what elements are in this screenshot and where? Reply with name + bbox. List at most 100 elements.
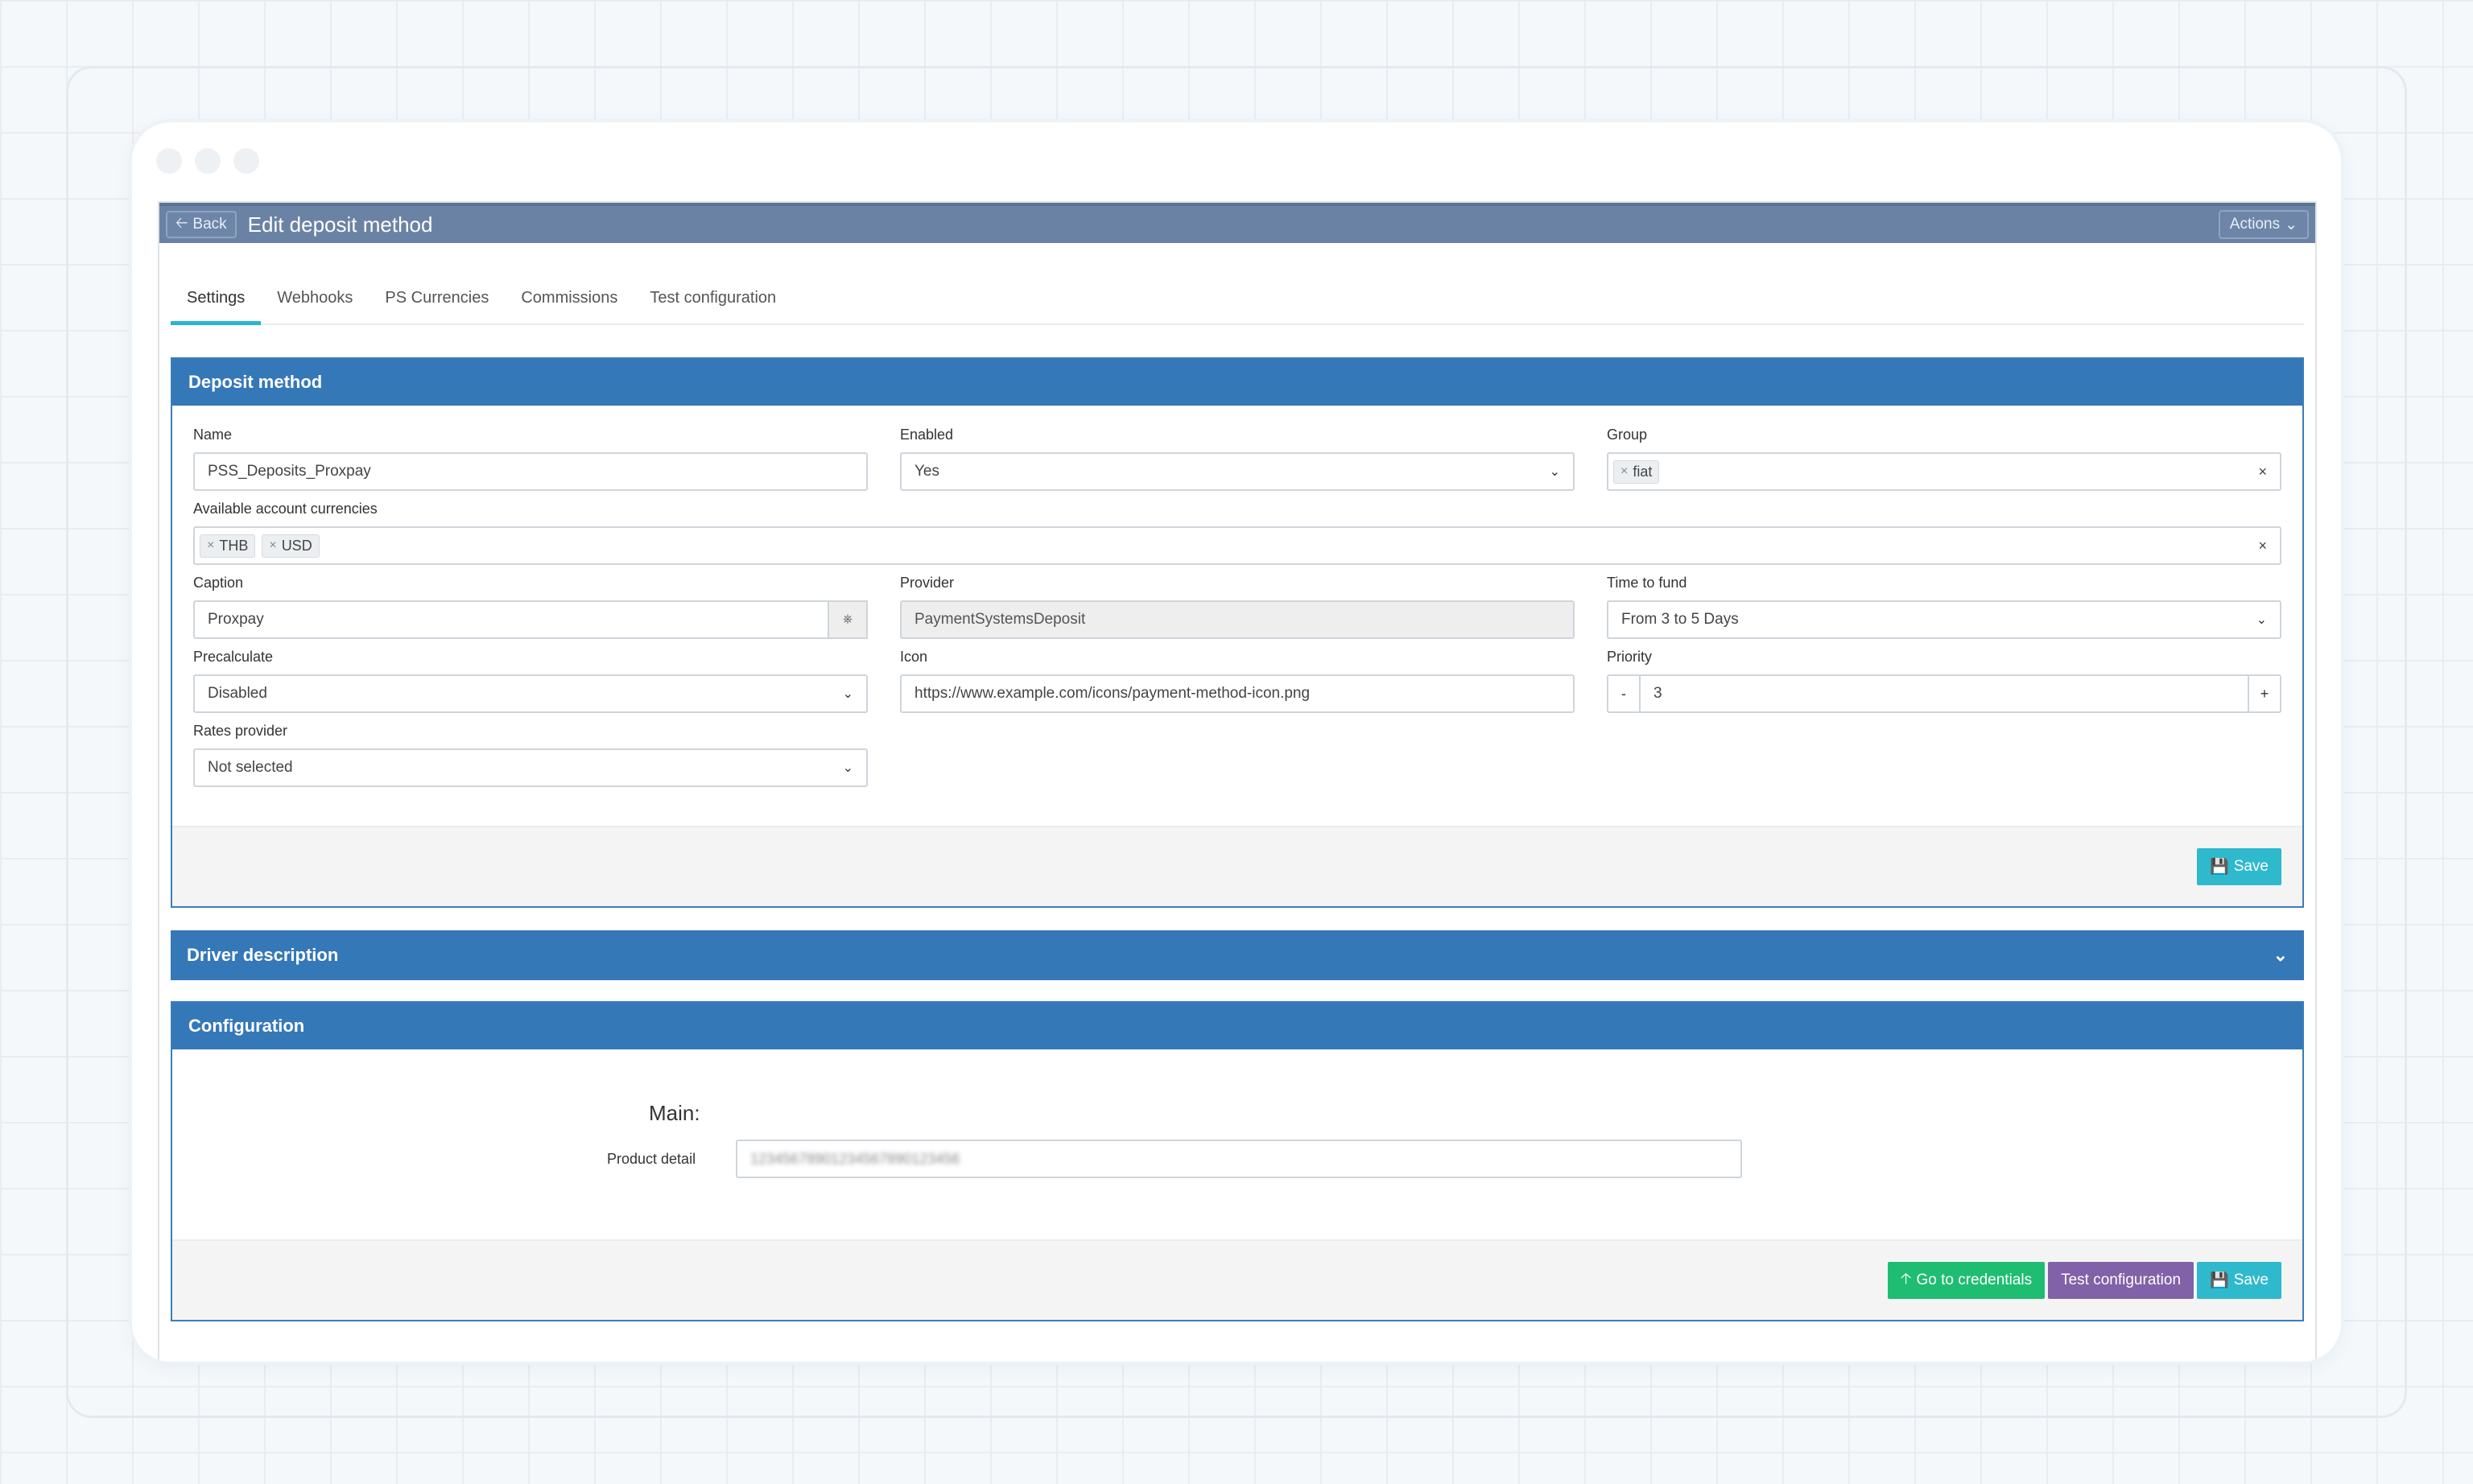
icon-field: Icon https://www.example.com/icons/payme… [900,649,1575,713]
product-detail-input[interactable]: 12345678901234567890123456 [736,1140,1742,1178]
remove-tag-icon[interactable]: × [269,538,276,553]
group-label: Group [1607,427,1648,443]
currencies-label: Available account currencies [193,501,378,517]
save-label: Save [2233,858,2269,875]
tab-test-configuration[interactable]: Test configuration [634,289,792,324]
remove-tag-icon[interactable]: × [1620,464,1628,479]
driver-description-heading: Driver description [187,945,339,965]
arrow-left-icon: 🡠 [175,215,188,232]
currencies-field: Available account currencies × THB × USD… [193,501,2281,565]
go-to-credentials-button[interactable]: 🡡 Go to credentials [1887,1262,2046,1299]
app-content: 🡠 Back Edit deposit method Actions ⌄ Set… [158,201,2317,1362]
tab-ps-currencies[interactable]: PS Currencies [369,289,505,324]
currency-tag-label: USD [281,537,312,554]
main-section-label: Main: [649,1101,700,1125]
icon-url-input[interactable]: https://www.example.com/icons/payment-me… [900,674,1575,713]
name-value: PSS_Deposits_Proxpay [208,463,371,480]
save-label: Save [2233,1272,2269,1288]
precalculate-select[interactable]: Disabled ⌄ [193,674,868,713]
product-detail-value: 12345678901234567890123456 [750,1150,960,1167]
remove-tag-icon[interactable]: × [207,538,214,553]
chevron-down-icon: ⌄ [842,687,853,701]
actions-dropdown[interactable]: Actions ⌄ [2218,210,2309,239]
rates-provider-label: Rates provider [193,723,288,739]
save-button[interactable]: 💾 Save [2197,1262,2281,1299]
driver-description-panel[interactable]: Driver description ⌄ [171,930,2304,980]
product-detail-label: Product detail [607,1151,696,1167]
browser-window: 🡠 Back Edit deposit method Actions ⌄ Set… [132,122,2341,1362]
tab-webhooks[interactable]: Webhooks [261,289,369,324]
time-to-fund-value: From 3 to 5 Days [1621,611,1739,628]
caption-input-group: Proxpay ⎈ [193,600,868,639]
close-dot[interactable] [156,148,182,174]
clear-icon[interactable]: × [2258,464,2267,480]
form-row: Rates provider Not selected ⌄ [193,723,2281,787]
caption-label: Caption [193,575,244,591]
save-icon: 💾 [2210,859,2229,876]
time-to-fund-select[interactable]: From 3 to 5 Days ⌄ [1607,600,2281,639]
rates-provider-field: Rates provider Not selected ⌄ [193,723,868,787]
group-multiselect[interactable]: × fiat × [1607,452,2281,491]
caption-input[interactable]: Proxpay [193,600,829,639]
increment-button[interactable]: + [2248,676,2280,711]
icon-label: Icon [900,649,928,665]
tab-commissions[interactable]: Commissions [505,289,634,324]
form-row: Caption Proxpay ⎈ Provider PaymentSystem… [193,575,2281,639]
priority-value[interactable]: 3 [1641,676,2248,711]
tab-settings[interactable]: Settings [171,289,262,325]
precalculate-field: Precalculate Disabled ⌄ [193,649,868,713]
page-header: 🡠 Back Edit deposit method Actions ⌄ [159,203,2315,243]
provider-input: PaymentSystemsDeposit [900,600,1575,639]
test-configuration-button[interactable]: Test configuration [2048,1262,2194,1299]
icon-url-value: https://www.example.com/icons/payment-me… [914,685,1311,702]
deposit-method-heading: Deposit method [172,359,2302,406]
enabled-select[interactable]: Yes ⌄ [900,452,1575,491]
configuration-footer: 🡡 Go to credentials Test configuration 💾… [172,1239,2302,1320]
group-tag-label: fiat [1633,463,1653,480]
chevron-down-icon: ⌄ [2273,945,2288,965]
clear-icon[interactable]: × [2258,538,2267,554]
priority-label: Priority [1607,649,1653,665]
page-title: Edit deposit method [247,212,433,237]
enabled-label: Enabled [900,427,954,443]
decrement-button[interactable]: - [1608,676,1641,711]
precalculate-label: Precalculate [193,649,274,665]
translate-button[interactable]: ⎈ [829,600,868,639]
rates-provider-value: Not selected [208,759,293,776]
name-input[interactable]: PSS_Deposits_Proxpay [193,452,868,491]
provider-value: PaymentSystemsDeposit [914,611,1086,628]
maximize-dot[interactable] [233,148,259,174]
translate-icon: ⎈ [842,612,853,626]
provider-field: Provider PaymentSystemsDeposit [900,575,1575,639]
window-controls [156,148,259,174]
chevron-down-icon: ⌄ [1549,465,1560,479]
precalculate-value: Disabled [208,685,267,702]
back-button[interactable]: 🡠 Back [166,211,237,238]
arrow-up-icon: 🡡 [1900,1271,1912,1288]
rates-provider-select[interactable]: Not selected ⌄ [193,748,868,787]
go-to-credentials-label: Go to credentials [1916,1272,2033,1288]
deposit-method-form: Name PSS_Deposits_Proxpay Enabled Yes ⌄ [172,406,2302,787]
configuration-heading: Configuration [172,1003,2302,1049]
actions-label: Actions [2229,216,2281,233]
save-button[interactable]: 💾 Save [2197,848,2281,885]
minimize-dot[interactable] [195,148,221,174]
chevron-down-icon: ⌄ [2285,216,2298,233]
chevron-down-icon: ⌄ [842,761,853,775]
caption-field: Caption Proxpay ⎈ [193,575,868,639]
currency-tag-label: THB [219,537,249,554]
name-label: Name [193,427,233,443]
currency-tag: × THB [200,534,256,558]
time-to-fund-label: Time to fund [1607,575,1687,591]
tab-bar: Settings Webhooks PS Currencies Commissi… [171,264,2304,325]
deposit-method-panel: Deposit method Name PSS_Deposits_Proxpay… [171,357,2304,908]
group-field: Group × fiat × [1607,427,2281,491]
form-row: Available account currencies × THB × USD… [193,501,2281,565]
currencies-multiselect[interactable]: × THB × USD × [193,526,2281,565]
back-button-label: Back [192,216,227,233]
group-tag: × fiat [1613,460,1660,484]
configuration-form: Main: Product detail 1234567890123456789… [172,1049,2302,1239]
chevron-down-icon: ⌄ [2256,613,2267,627]
